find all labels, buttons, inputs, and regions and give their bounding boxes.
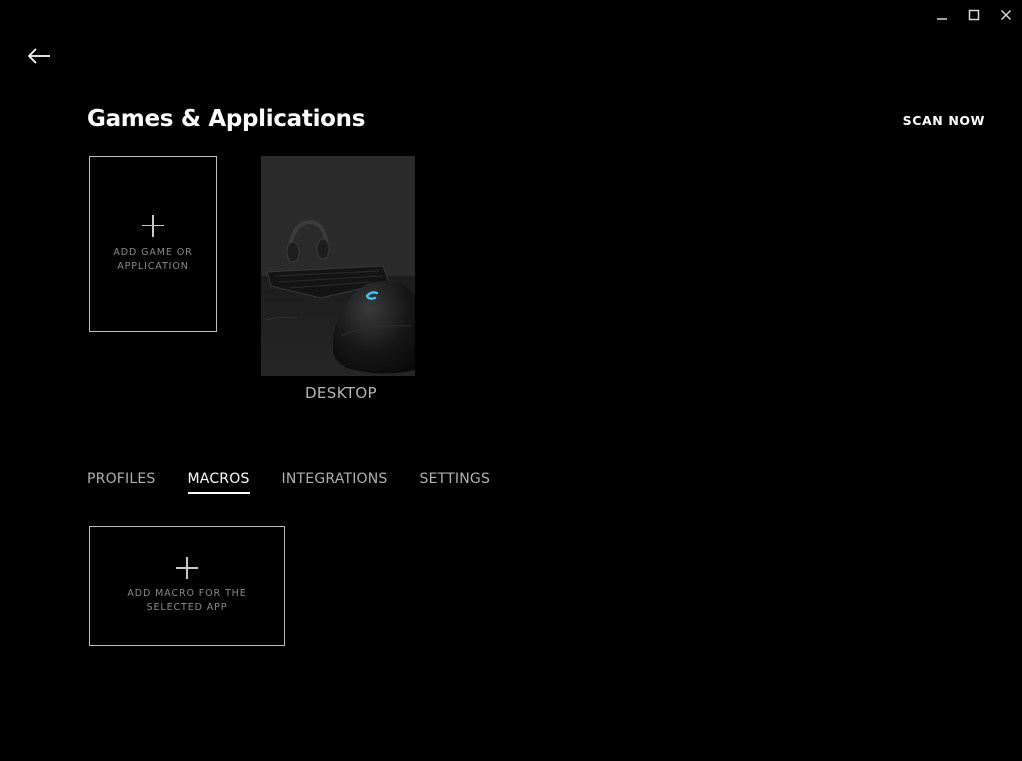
plus-icon: [176, 557, 198, 579]
tab-bar: PROFILES MACROS INTEGRATIONS SETTINGS: [87, 471, 522, 494]
minimize-icon: [937, 18, 947, 20]
app-tile-desktop-label: DESKTOP: [304, 384, 378, 402]
maximize-icon: [968, 9, 980, 21]
tab-settings[interactable]: SETTINGS: [420, 471, 491, 492]
back-button[interactable]: [24, 42, 54, 70]
tab-integrations[interactable]: INTEGRATIONS: [282, 471, 388, 492]
app-window: Games & Applications SCAN NOW ADD GAME O…: [0, 0, 1022, 761]
add-macro-caption: ADD MACRO FOR THE SELECTED APP: [127, 588, 247, 613]
tab-macros[interactable]: MACROS: [187, 471, 250, 494]
page-title: Games & Applications: [87, 106, 366, 132]
add-game-caption: ADD GAME OR APPLICATION: [113, 246, 193, 272]
minimize-button[interactable]: [926, 0, 958, 30]
close-icon: [1000, 9, 1012, 21]
arrow-left-icon: [27, 48, 50, 64]
tab-profiles[interactable]: PROFILES: [87, 471, 156, 492]
close-button[interactable]: [990, 0, 1022, 30]
app-tile-desktop[interactable]: [261, 156, 415, 376]
window-controls: [926, 0, 1022, 30]
gaming-mouse-and-keyboard-photo: [261, 156, 415, 376]
scan-now-button[interactable]: SCAN NOW: [903, 113, 985, 128]
add-game-or-application-button[interactable]: ADD GAME OR APPLICATION: [89, 156, 217, 332]
add-macro-button[interactable]: ADD MACRO FOR THE SELECTED APP: [89, 526, 285, 646]
plus-icon: [142, 214, 164, 237]
maximize-button[interactable]: [958, 0, 990, 30]
